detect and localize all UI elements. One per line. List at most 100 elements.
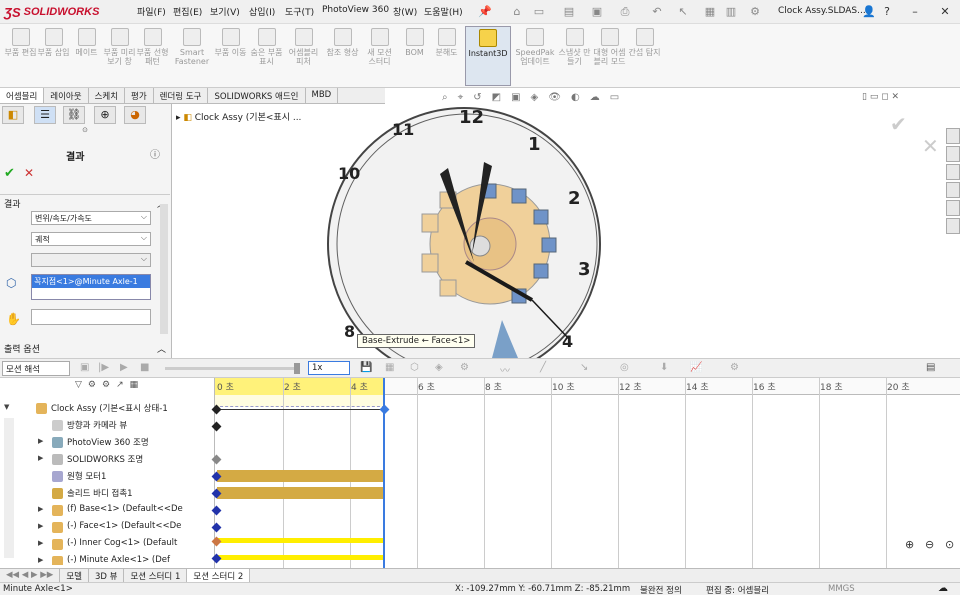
results-section-header[interactable]: 결과︿ xyxy=(0,194,170,210)
tab-3d-view[interactable]: 3D 뷰 xyxy=(89,569,125,582)
display-manager-icon[interactable]: ◕ xyxy=(124,106,146,124)
tree-row-inner-cog[interactable]: ▶ (-) Inner Cog<1> (Default xyxy=(0,536,215,553)
close-icon[interactable]: ✕ xyxy=(938,5,952,19)
component-preview-button[interactable]: 부품 미리보기 창 xyxy=(103,26,136,86)
tab-model[interactable]: 모델 xyxy=(60,569,89,582)
expand-icon[interactable]: ▶ xyxy=(38,437,43,445)
open-icon[interactable]: ▤ xyxy=(562,5,576,19)
file-explorer-icon[interactable] xyxy=(946,164,960,180)
tab-layout[interactable]: 레이아웃 xyxy=(44,88,89,103)
previous-view-icon[interactable]: ↺ xyxy=(473,92,481,106)
file-props-icon[interactable]: ▥ xyxy=(724,5,738,19)
filter-selected-icon[interactable]: ⚙ xyxy=(102,380,110,394)
entity-item[interactable]: 꼭지점<1>@Minute Axle-1 xyxy=(32,275,150,288)
config-manager-icon[interactable]: ⛓ xyxy=(63,106,85,124)
snapshot-button[interactable]: 스냅샷 만들기 xyxy=(558,26,591,86)
hide-show-icon[interactable]: 👁 xyxy=(548,92,561,106)
custom-properties-icon[interactable] xyxy=(946,218,960,234)
tab-motion-study-2[interactable]: 모션 스터디 2 xyxy=(187,569,251,582)
tab-addins[interactable]: SOLIDWORKS 애드인 xyxy=(208,88,306,103)
zoom-in-icon[interactable]: ⊕ xyxy=(905,538,914,551)
playback-slider[interactable] xyxy=(165,367,299,370)
filter-animated-icon[interactable]: ▽ xyxy=(75,380,82,394)
scene-icon[interactable]: ☁ xyxy=(590,92,600,106)
status-units[interactable]: MMGS xyxy=(828,584,855,594)
play-from-start-icon[interactable]: |▶ xyxy=(98,362,109,373)
display-style-icon[interactable]: ◈ xyxy=(531,92,539,106)
tree-row-base[interactable]: ▶ (f) Base<1> (Default<<De xyxy=(0,502,215,519)
feature-manager-icon[interactable]: ◧ xyxy=(2,106,24,124)
filter-results-icon[interactable]: ↗ xyxy=(116,380,124,394)
motor-icon[interactable]: ⚙ xyxy=(460,362,469,373)
filter-driving-icon[interactable]: ⚙ xyxy=(88,380,96,394)
stop-icon[interactable]: ■ xyxy=(140,362,149,373)
tab-nav-arrows[interactable]: ◀◀ ◀ ▶ ▶▶ xyxy=(0,569,61,582)
section-view-icon[interactable]: ◩ xyxy=(492,92,501,106)
edit-component-button[interactable]: 부품 편집 xyxy=(4,26,37,86)
calculate-icon[interactable]: ▣ xyxy=(80,362,89,373)
panel-help-icon[interactable]: ⓘ xyxy=(150,146,160,161)
tree-row-photoview[interactable]: ▶ PhotoView 360 조명 xyxy=(0,434,215,451)
rebuild-icon[interactable]: ▦ xyxy=(703,5,717,19)
appearances-icon[interactable] xyxy=(946,200,960,216)
appearance-icon[interactable]: ◐ xyxy=(571,92,580,106)
property-manager-icon[interactable]: ☰ xyxy=(34,106,56,124)
zoom-out-icon[interactable]: ⊖ xyxy=(925,538,934,551)
large-assembly-button[interactable]: 대형 어셈블리 모드 xyxy=(593,26,626,86)
show-hidden-button[interactable]: 숨은 부품 표시 xyxy=(250,26,283,86)
tab-motion-study-1[interactable]: 모션 스터디 1 xyxy=(124,569,188,582)
tree-row-clock-assy[interactable]: ▼ Clock Assy (기본<표시 상태-1 xyxy=(0,400,215,417)
timeline[interactable]: 0 초 2 초 4 초 6 초 8 초 10 초 12 초 14 초 16 초 … xyxy=(211,378,960,568)
status-messages-icon[interactable]: ☁ xyxy=(938,583,948,594)
output-options-header[interactable]: 출력 옵션 ︿ xyxy=(0,340,170,355)
panel-scrollbar[interactable] xyxy=(160,204,168,334)
confirm-corner-cancel-icon[interactable]: ✕ xyxy=(922,134,939,158)
key-point[interactable] xyxy=(379,404,390,415)
viewport-window-controls[interactable]: ▯ ▭ ◻ ✕ xyxy=(862,92,899,102)
menu-help[interactable]: 도움말(H) xyxy=(424,5,463,18)
user-icon[interactable]: 👤 xyxy=(862,5,876,19)
tree-row-lights[interactable]: ▶ SOLIDWORKS 조명 xyxy=(0,451,215,468)
collapse-motion-manager-icon[interactable]: ▤ xyxy=(926,362,935,373)
autokey-icon[interactable]: ⬡ xyxy=(410,362,419,373)
print-icon[interactable]: ⎙ xyxy=(618,5,632,19)
gravity-icon[interactable]: ⬇ xyxy=(660,362,668,373)
menu-file[interactable]: 파일(F) xyxy=(137,5,166,18)
dimxpert-icon[interactable]: ⊕ xyxy=(94,106,116,124)
play-icon[interactable]: ▶ xyxy=(120,362,128,373)
animation-wizard-icon[interactable]: ▦ xyxy=(385,362,394,373)
minimize-icon[interactable]: – xyxy=(908,5,922,19)
interference-detection-button[interactable]: 간섭 탐지 xyxy=(628,26,661,86)
tree-row-face[interactable]: ▶ (-) Face<1> (Default<<De xyxy=(0,519,215,536)
menu-insert[interactable]: 삽입(I) xyxy=(249,5,275,18)
tab-assembly[interactable]: 어셈블리 xyxy=(0,88,45,103)
reference-field[interactable] xyxy=(31,309,151,325)
speedpak-button[interactable]: SpeedPak 업데이트 xyxy=(514,26,556,86)
motor-bar[interactable] xyxy=(217,470,383,482)
filter-plot-icon[interactable]: ▦ xyxy=(130,380,139,394)
results-plots-icon[interactable]: 📈 xyxy=(690,362,702,373)
zoom-fit-timeline-icon[interactable]: ⊙ xyxy=(945,538,954,551)
mate-button[interactable]: 메이트 xyxy=(70,26,103,86)
resources-icon[interactable] xyxy=(946,128,960,144)
tab-evaluate[interactable]: 평가 xyxy=(125,88,154,103)
smart-fastener-button[interactable]: Smart Fastener xyxy=(172,26,212,86)
pin-icon[interactable]: 📌 xyxy=(478,5,492,19)
zoom-area-icon[interactable]: ⌖ xyxy=(458,92,464,106)
expand-icon[interactable]: ▶ xyxy=(38,454,43,462)
new-icon[interactable]: ▭ xyxy=(532,5,546,19)
expand-icon[interactable]: ▶ xyxy=(38,556,43,564)
home-icon[interactable]: ⌂ xyxy=(510,5,524,19)
assembly-features-button[interactable]: 어셈블리 피처 xyxy=(287,26,320,86)
contact-icon[interactable]: ◎ xyxy=(620,362,629,373)
result-subcomponent-select[interactable] xyxy=(31,253,151,267)
minute-axle-bar[interactable] xyxy=(217,555,383,560)
spring-icon[interactable]: 〰 xyxy=(500,362,510,377)
tab-mbd[interactable]: MBD xyxy=(306,88,339,103)
menu-photoview[interactable]: PhotoView 360 xyxy=(322,5,389,15)
tab-render-tools[interactable]: 렌더링 도구 xyxy=(154,88,209,103)
save-animation-icon[interactable]: 💾 xyxy=(360,362,372,373)
tree-row-minute-axle[interactable]: ▶ (-) Minute Axle<1> (Def xyxy=(0,553,215,565)
playback-speed-select[interactable]: 1x xyxy=(308,361,350,375)
confirm-corner-ok-icon[interactable]: ✔ xyxy=(890,112,907,136)
